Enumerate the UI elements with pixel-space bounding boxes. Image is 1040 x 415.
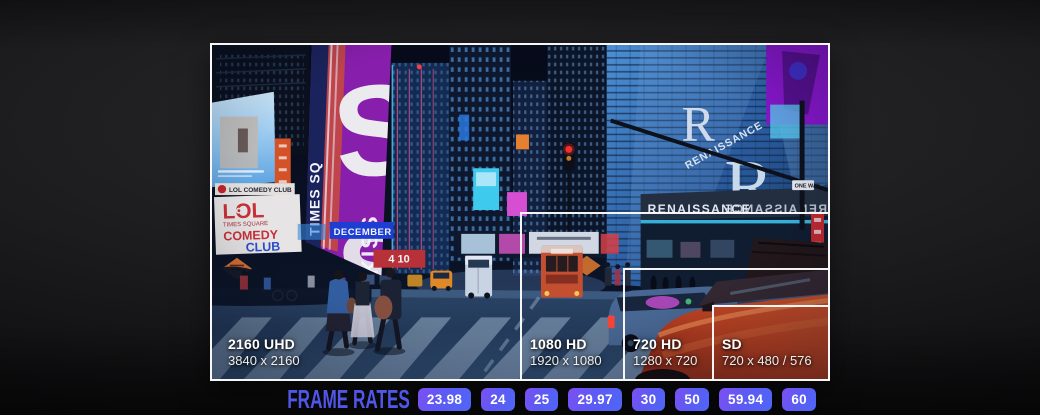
frame-rates-label: FRAME RATES xyxy=(287,386,410,412)
frame-rate-button-24[interactable]: 24 xyxy=(481,388,515,411)
resolution-dimensions: 720 x 480 / 576 xyxy=(722,353,812,370)
frame-rate-button-30[interactable]: 30 xyxy=(632,388,666,411)
resolution-title: SD xyxy=(722,335,812,353)
frame-rate-button-60[interactable]: 60 xyxy=(782,388,816,411)
frame-rate-button-25[interactable]: 25 xyxy=(525,388,559,411)
resolution-comparison-graphic: LOL COMEDY CLUB LOL TIMES SQUARE COMEDY … xyxy=(210,43,830,381)
resolution-label-2160-uhd: 2160 UHD 3840 x 2160 xyxy=(228,335,300,370)
resolution-title: 1080 HD xyxy=(530,335,602,353)
frame-rates-bar: FRAME RATES 23.98 24 25 29.97 30 50 59.9… xyxy=(0,386,1040,412)
resolution-dimensions: 1920 x 1080 xyxy=(530,353,602,370)
frame-rate-button-59-94[interactable]: 59.94 xyxy=(719,388,772,411)
stage: LOL COMEDY CLUB LOL TIMES SQUARE COMEDY … xyxy=(0,0,1040,415)
resolution-title: 720 HD xyxy=(633,335,697,353)
frame-rate-button-50[interactable]: 50 xyxy=(675,388,709,411)
resolution-title: 2160 UHD xyxy=(228,335,300,353)
frame-rate-button-29-97[interactable]: 29.97 xyxy=(568,388,621,411)
resolution-dimensions: 3840 x 2160 xyxy=(228,353,300,370)
resolution-label-sd: SD 720 x 480 / 576 xyxy=(722,335,812,370)
frame-rate-button-23-98[interactable]: 23.98 xyxy=(418,388,471,411)
resolution-label-720-hd: 720 HD 1280 x 720 xyxy=(633,335,697,370)
resolution-dimensions: 1280 x 720 xyxy=(633,353,697,370)
resolution-label-1080-hd: 1080 HD 1920 x 1080 xyxy=(530,335,602,370)
